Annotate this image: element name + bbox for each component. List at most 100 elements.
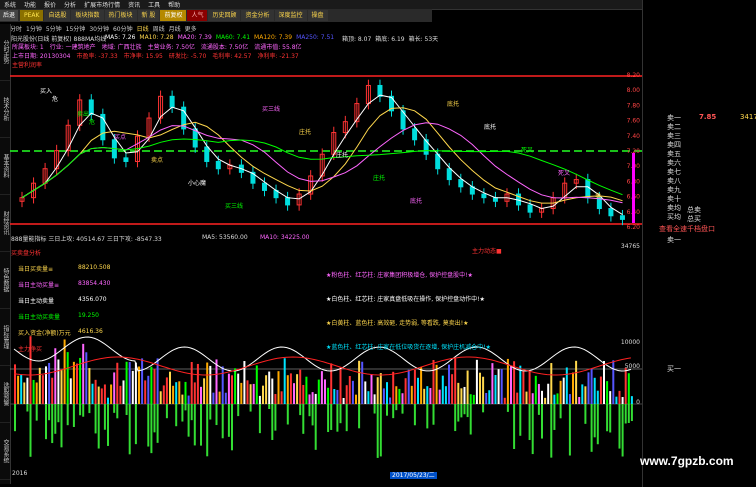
candle-body (585, 179, 591, 199)
volume-bar (54, 348, 57, 404)
volume-bar (45, 366, 47, 404)
volume-indicator-panel[interactable]: 34765 10000 5000 0 888量能指标 三日上攻: 40514.67 三… (10, 234, 642, 479)
toolbar-button-3[interactable]: 热门板块 (104, 10, 137, 21)
price-tick-1: 8.00 (627, 87, 641, 94)
period-tab-3[interactable]: 15分钟 (66, 24, 86, 33)
orderbook-row-4[interactable]: 卖五 (643, 149, 756, 158)
sidebar-tab-3[interactable]: 财经资讯 (0, 195, 10, 252)
sidebar-tab-char: 势 (2, 58, 9, 64)
box-range-labels: 箱顶: 8.07 箱底: 6.19 箱长: 53天 (342, 34, 442, 43)
toolbar-button-8[interactable]: 资金分析 (241, 10, 274, 21)
volume-bar-neg (358, 404, 361, 429)
sidebar-tab-4[interactable]: 特色数据 (0, 252, 10, 309)
toolbar-button-1[interactable]: 自选股 (44, 10, 71, 21)
menu-item-0[interactable]: 系统 (0, 0, 20, 9)
orderbook-row-8[interactable]: 卖九 (643, 185, 756, 194)
sidebar-tab-6[interactable]: 选股预警 (0, 366, 10, 423)
sidebar-tab-0[interactable]: 分时走势 (0, 24, 10, 81)
volume-bar (333, 389, 336, 404)
period-tab-9[interactable]: 更多 (185, 24, 197, 33)
volume-bar-neg (299, 404, 302, 416)
volume-bar-neg (113, 404, 116, 413)
period-tab-5[interactable]: 60分钟 (113, 24, 133, 33)
volume-bar-neg (215, 404, 218, 426)
volume-bar (91, 383, 94, 404)
toolbar-button-0[interactable]: PEAK (20, 10, 44, 21)
volume-bar (364, 381, 367, 404)
sidebar-tab-7[interactable]: 交易系统 (0, 423, 10, 480)
stock-info-4: 流通股本: 7.50亿 (200, 44, 249, 51)
volume-bar (497, 369, 500, 404)
menu-item-6[interactable]: 工具 (144, 0, 164, 9)
menu-item-5[interactable]: 资讯 (124, 0, 144, 9)
menu-item-2[interactable]: 报价 (40, 0, 60, 9)
volume-bar (581, 384, 584, 404)
legend-line-3: ★蓝色柱、红芯柱: 庄家在低位吸货在逐增, 保护庄机减仓中!★ (326, 344, 491, 351)
sidebar-tab-5[interactable]: 指标管理 (0, 309, 10, 366)
menu-item-7[interactable]: 帮助 (164, 0, 184, 9)
chart-annotation-10: 底托 (410, 197, 422, 205)
ma-labels: MA5: 7.26 MA10: 7.28 MA20: 7.39 MA60: 7.41 M… (105, 34, 338, 41)
volume-bar (258, 395, 261, 404)
candle-body (481, 193, 487, 199)
toolbar-button-10[interactable]: 操盘 (307, 10, 328, 21)
orderbook-row-6[interactable]: 卖七 (643, 167, 756, 176)
period-tab-6[interactable]: 日线 (137, 24, 149, 33)
period-tab-7[interactable]: 周线 (153, 24, 165, 33)
menu-item-1[interactable]: 功能 (20, 0, 40, 9)
sidebar-tab-2[interactable]: 基本资料 (0, 138, 10, 195)
kline-chart-panel[interactable]: 买入 卖出 买点 卖点 小心魔 买三线 买三线 庄托 庄托 庄托 底托 底托 底托 死叉 死叉卖危危 8.20… (10, 33, 642, 231)
ma-label-3: MA60: 7.41 (215, 34, 251, 41)
volume-bar (150, 366, 153, 404)
orderbook-row-9[interactable]: 卖十 (643, 194, 756, 203)
orderbook-row-7[interactable]: 卖八 (643, 176, 756, 185)
sidebar-tab-1[interactable]: 技术分析 (0, 81, 10, 138)
volume-bar-neg (134, 404, 137, 445)
orderbook-row-5[interactable]: 卖六 (643, 158, 756, 167)
period-tab-0[interactable]: 分时 (10, 24, 22, 33)
volume-bar-neg (339, 404, 342, 424)
toolbar-button-5[interactable]: 前复权 (160, 10, 187, 21)
volume-bar (475, 359, 478, 404)
orderbook-row-1[interactable]: 卖二 (643, 122, 756, 131)
orderbook-row-2[interactable]: 卖三 (643, 131, 756, 140)
period-bar: 分时 1分钟 5分钟 15分钟 30分钟 60分钟 日线 周线 月线 更多 (10, 24, 201, 33)
orderbook-row-3[interactable]: 卖四 (643, 140, 756, 149)
sidebar-tab-char: 讯 (2, 229, 9, 235)
volume-bar-neg (460, 404, 463, 418)
toolbar-button-9[interactable]: 深度监控 (274, 10, 307, 21)
back-button[interactable]: 后退 (0, 10, 19, 21)
period-tab-4[interactable]: 30分钟 (89, 24, 109, 33)
volume-bar (547, 383, 550, 404)
volume-bar (510, 366, 512, 404)
volume-bar (66, 352, 69, 404)
volume-bar (395, 386, 398, 404)
volume-bar-neg (513, 404, 516, 449)
volume-bar-neg (528, 404, 531, 441)
orderbook-row-0[interactable]: 卖一 7.85 3417 (643, 113, 756, 122)
menu-item-4[interactable]: 扩展市场行情 (80, 0, 124, 9)
volume-bar-neg (26, 404, 29, 412)
volume-bar-neg (48, 404, 51, 421)
volume-bar-neg (221, 404, 224, 439)
volume-bar (550, 363, 553, 404)
period-tab-8[interactable]: 月线 (169, 24, 181, 33)
volume-bar (311, 392, 314, 404)
volume-bar (562, 377, 565, 404)
volume-bar (94, 379, 97, 404)
volume-bar (376, 377, 379, 404)
menu-item-3[interactable]: 分析 (60, 0, 80, 9)
volume-bar (544, 397, 547, 404)
volume-bar (572, 372, 574, 404)
volume-bar (404, 378, 407, 404)
toolbar-button-4[interactable]: 新 股 (137, 10, 160, 21)
volume-bar (38, 367, 41, 404)
toolbar-button-2[interactable]: 板块指数 (71, 10, 104, 21)
period-tab-1[interactable]: 1分钟 (26, 24, 42, 33)
toolbar-button-6[interactable]: 人气 (187, 10, 208, 21)
period-tab-2[interactable]: 5分钟 (46, 24, 62, 33)
volume-bar (265, 375, 268, 404)
volume-bar-neg (286, 404, 289, 425)
full-depth-link[interactable]: 查看全速千档盘口 (659, 224, 715, 234)
toolbar-button-7[interactable]: 历史回顾 (208, 10, 241, 21)
